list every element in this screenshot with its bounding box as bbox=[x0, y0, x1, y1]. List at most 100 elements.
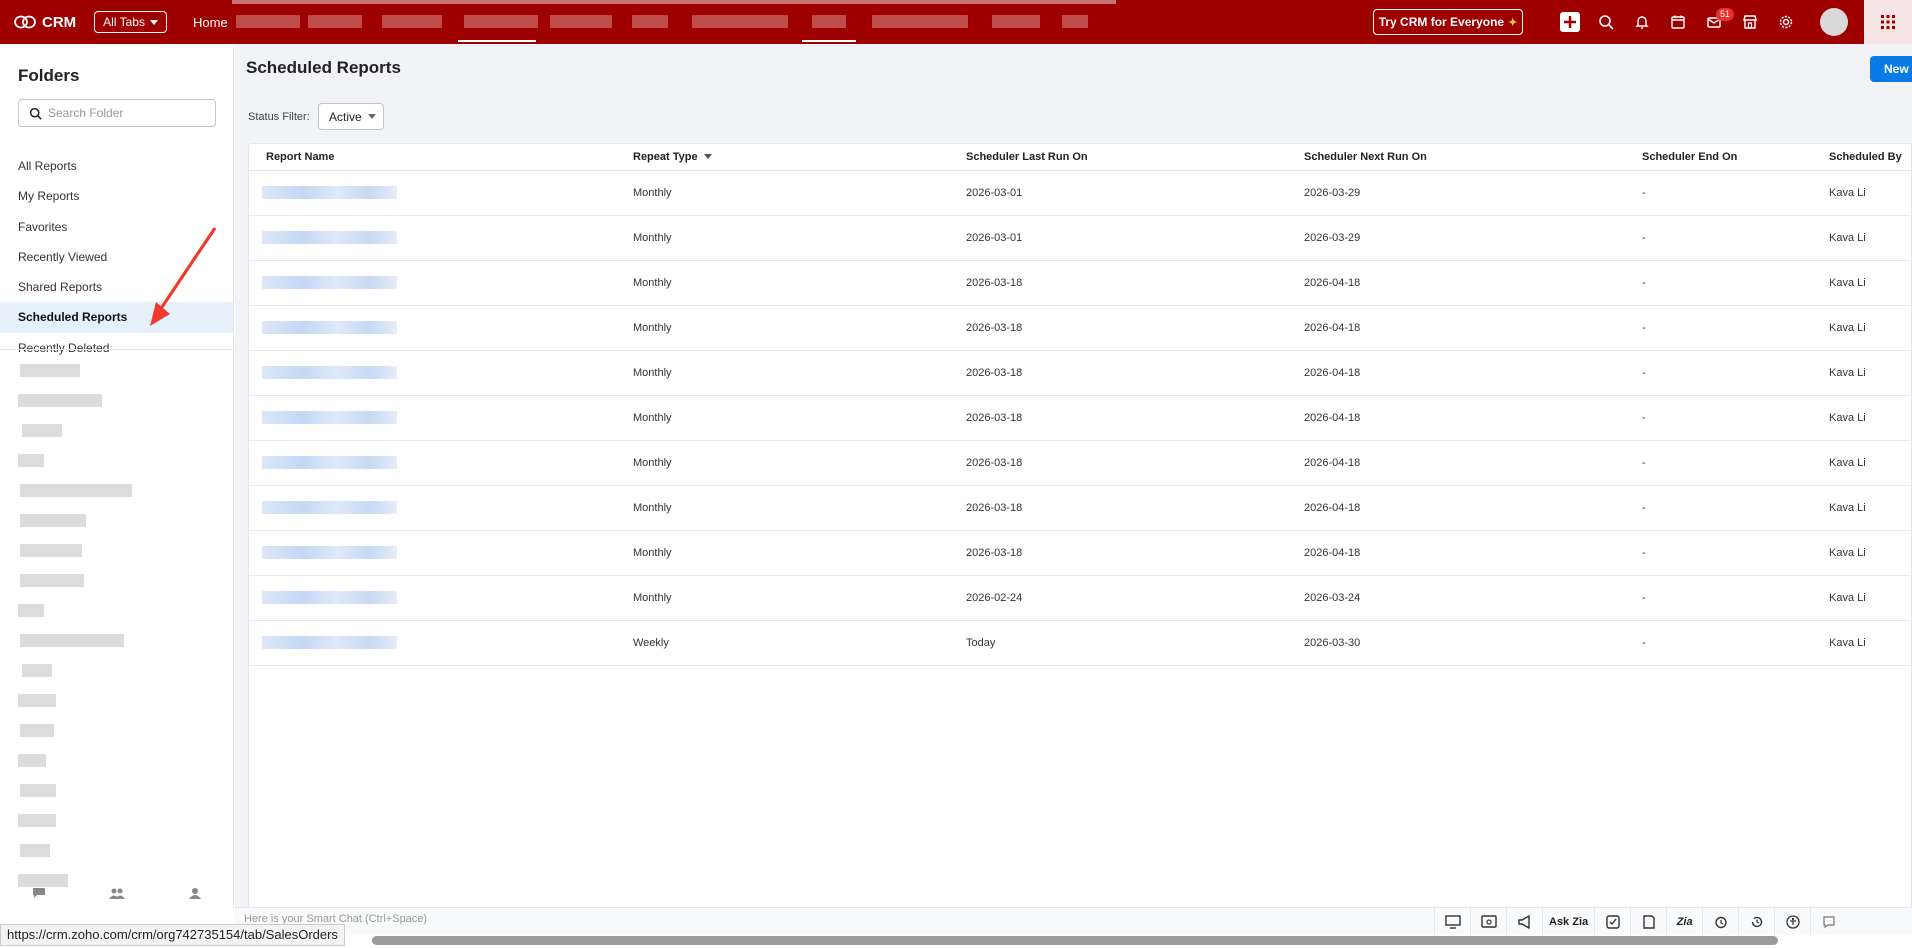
announcement-button[interactable] bbox=[1506, 908, 1542, 936]
column-header-repeat-type[interactable]: Repeat Type bbox=[633, 144, 966, 171]
accessibility-button[interactable] bbox=[1774, 908, 1810, 936]
checklist-button[interactable] bbox=[1594, 908, 1630, 936]
sidebar-item-my-reports[interactable]: My Reports bbox=[0, 181, 233, 211]
report-name-link[interactable] bbox=[262, 366, 397, 379]
zia-button[interactable]: Zia bbox=[1666, 908, 1702, 936]
crm-logo[interactable]: CRM bbox=[14, 14, 76, 31]
report-name-link[interactable] bbox=[262, 321, 397, 334]
column-header-scheduled-by[interactable]: Scheduled By bbox=[1829, 144, 1912, 171]
table-row[interactable]: Monthly 2026-03-18 2026-04-18- Kava Li bbox=[249, 350, 1912, 396]
marketplace-button[interactable] bbox=[1732, 0, 1768, 44]
folder-item[interactable] bbox=[8, 686, 228, 716]
folder-item[interactable] bbox=[8, 506, 228, 536]
table-row[interactable]: Monthly 2026-03-18 2026-04-18- Kava Li bbox=[249, 485, 1912, 531]
new-schedule-button[interactable]: New bbox=[1870, 56, 1912, 82]
folder-item[interactable] bbox=[8, 806, 228, 836]
module-tab[interactable] bbox=[992, 15, 1040, 28]
user-avatar[interactable] bbox=[1820, 8, 1848, 36]
report-name-cell[interactable] bbox=[249, 530, 633, 576]
report-name-cell[interactable] bbox=[249, 350, 633, 396]
table-row[interactable]: Monthly 2026-02-24 2026-03-24- Kava Li bbox=[249, 575, 1912, 621]
report-name-link[interactable] bbox=[262, 636, 397, 649]
report-name-link[interactable] bbox=[262, 186, 397, 199]
folder-item[interactable] bbox=[8, 386, 228, 416]
table-row[interactable]: Weekly Today 2026-03-30- Kava Li bbox=[249, 620, 1912, 666]
folder-item[interactable] bbox=[8, 416, 228, 446]
folder-search-input[interactable] bbox=[48, 106, 198, 120]
group-icon[interactable] bbox=[109, 887, 126, 899]
module-tab[interactable] bbox=[1062, 15, 1088, 28]
reminder-button[interactable] bbox=[1702, 908, 1738, 936]
table-row[interactable]: Monthly 2026-03-18 2026-04-18- Kava Li bbox=[249, 440, 1912, 486]
folder-item[interactable] bbox=[8, 596, 228, 626]
notifications-button[interactable] bbox=[1624, 0, 1660, 44]
ask-zia-button[interactable]: Ask Zia bbox=[1542, 908, 1594, 936]
table-row[interactable]: Monthly 2026-03-18 2026-04-18- Kava Li bbox=[249, 305, 1912, 351]
module-tab[interactable] bbox=[872, 15, 968, 28]
folder-item[interactable] bbox=[8, 746, 228, 776]
folder-item[interactable] bbox=[8, 656, 228, 686]
home-tab[interactable]: Home bbox=[193, 15, 228, 30]
user-icon[interactable] bbox=[189, 887, 202, 899]
mail-button[interactable]: 51 bbox=[1696, 0, 1735, 44]
status-filter-select[interactable]: Active bbox=[318, 103, 384, 130]
sort-desc-icon[interactable] bbox=[703, 154, 712, 160]
folder-search[interactable] bbox=[18, 99, 216, 127]
report-name-link[interactable] bbox=[262, 411, 397, 424]
history-button[interactable] bbox=[1738, 908, 1774, 936]
calendar-button[interactable] bbox=[1660, 0, 1696, 44]
table-row[interactable]: Monthly 2026-03-01 2026-03-29- Kava Li bbox=[249, 215, 1912, 261]
module-tab[interactable] bbox=[692, 15, 788, 28]
report-name-link[interactable] bbox=[262, 276, 397, 289]
report-name-cell[interactable] bbox=[249, 305, 633, 351]
folder-item[interactable] bbox=[8, 776, 228, 806]
folder-item[interactable] bbox=[8, 836, 228, 866]
column-header-end-on[interactable]: Scheduler End On bbox=[1642, 144, 1829, 171]
sidebar-item-all-reports[interactable]: All Reports bbox=[0, 151, 233, 181]
column-header-last-run[interactable]: Scheduler Last Run On bbox=[966, 144, 1304, 171]
create-button[interactable] bbox=[1552, 0, 1588, 44]
column-header-report-name[interactable]: Report Name bbox=[249, 144, 633, 171]
table-row[interactable]: Monthly 2026-03-18 2026-04-18- Kava Li bbox=[249, 395, 1912, 441]
try-crm-button[interactable]: Try CRM for Everyone ✦ bbox=[1373, 9, 1523, 35]
search-button[interactable] bbox=[1588, 0, 1624, 44]
module-tab[interactable] bbox=[550, 15, 612, 28]
report-name-link[interactable] bbox=[262, 591, 397, 604]
report-name-link[interactable] bbox=[262, 456, 397, 469]
remote-support-button[interactable] bbox=[1470, 908, 1506, 936]
module-tab[interactable] bbox=[632, 15, 668, 28]
feedback-button[interactable] bbox=[1810, 908, 1846, 936]
folder-item[interactable] bbox=[8, 476, 228, 506]
module-tab[interactable] bbox=[236, 15, 300, 28]
horizontal-scrollbar[interactable] bbox=[372, 936, 1778, 945]
report-name-link[interactable] bbox=[262, 231, 397, 244]
report-name-link[interactable] bbox=[262, 501, 397, 514]
report-name-cell[interactable] bbox=[249, 215, 633, 261]
module-tab[interactable] bbox=[308, 15, 362, 28]
chat-icon[interactable] bbox=[32, 887, 46, 899]
table-row[interactable]: Monthly 2026-03-01 2026-03-29- Kava Li bbox=[249, 170, 1912, 216]
report-name-cell[interactable] bbox=[249, 620, 633, 666]
folder-item[interactable] bbox=[8, 566, 228, 596]
report-name-cell[interactable] bbox=[249, 260, 633, 306]
module-tab[interactable] bbox=[812, 15, 846, 28]
report-name-cell[interactable] bbox=[249, 575, 633, 621]
apps-grid-button[interactable] bbox=[1864, 0, 1912, 44]
column-header-next-run[interactable]: Scheduler Next Run On bbox=[1304, 144, 1642, 171]
report-name-link[interactable] bbox=[262, 546, 397, 559]
settings-button[interactable] bbox=[1768, 0, 1804, 44]
all-tabs-dropdown[interactable]: All Tabs bbox=[94, 11, 167, 33]
folder-item[interactable] bbox=[8, 536, 228, 566]
report-name-cell[interactable] bbox=[249, 170, 633, 216]
table-row[interactable]: Monthly 2026-03-18 2026-04-18- Kava Li bbox=[249, 260, 1912, 306]
folder-item[interactable] bbox=[8, 446, 228, 476]
notes-button[interactable] bbox=[1630, 908, 1666, 936]
module-tab[interactable] bbox=[382, 15, 442, 28]
report-name-cell[interactable] bbox=[249, 440, 633, 486]
folder-item[interactable] bbox=[8, 716, 228, 746]
report-name-cell[interactable] bbox=[249, 485, 633, 531]
folder-item[interactable] bbox=[8, 626, 228, 656]
screen-share-button[interactable] bbox=[1434, 908, 1470, 936]
table-row[interactable]: Monthly 2026-03-18 2026-04-18- Kava Li bbox=[249, 530, 1912, 576]
module-tab[interactable] bbox=[464, 15, 538, 28]
